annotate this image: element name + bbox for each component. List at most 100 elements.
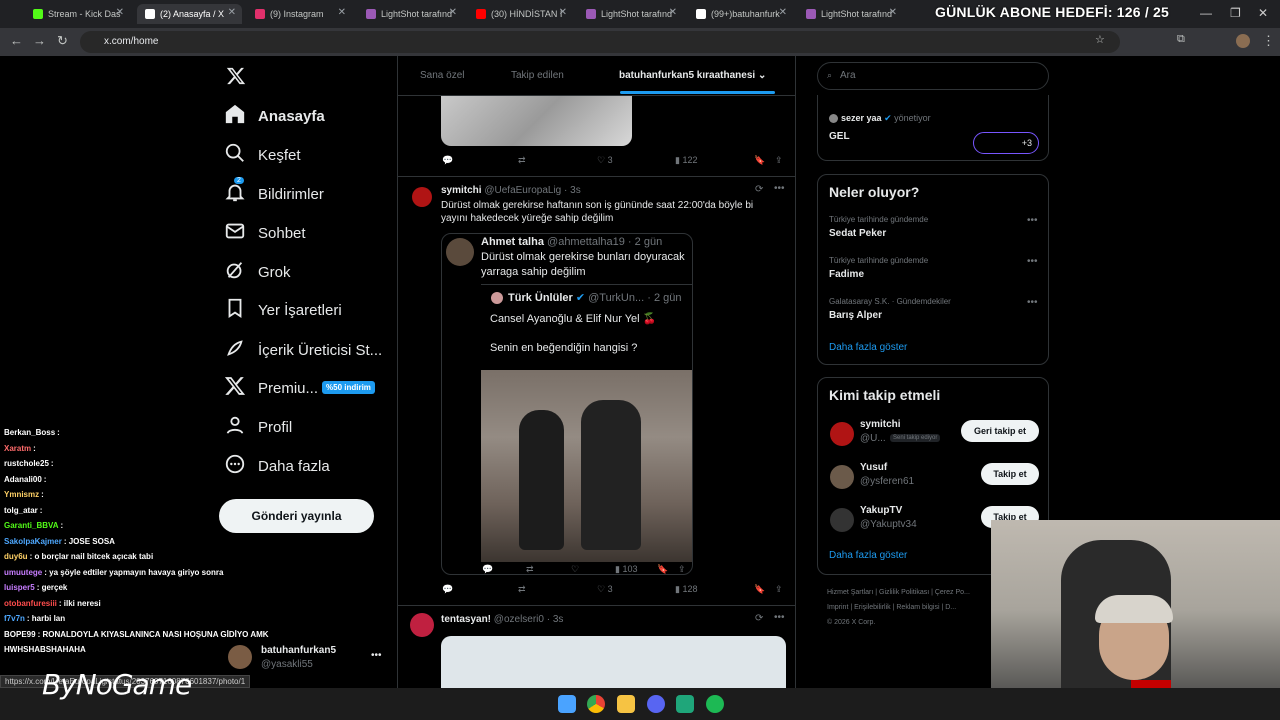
- previous-tweet-media[interactable]: [441, 96, 632, 146]
- follow-avatar[interactable]: [830, 465, 854, 489]
- follow-button[interactable]: Geri takip et: [961, 420, 1039, 442]
- inner-quoted-tweet[interactable]: Türk Ünlüler ✔ @TurkUn... · 2 gün Cansel…: [481, 284, 692, 568]
- trend-more-icon[interactable]: •••: [1027, 297, 1038, 308]
- forward-icon[interactable]: →: [33, 33, 46, 48]
- tab-close-icon[interactable]: ✕: [228, 7, 236, 18]
- tab-close-icon[interactable]: ✕: [889, 7, 897, 18]
- follow-avatar[interactable]: [830, 508, 854, 532]
- tab-close-icon[interactable]: ✕: [559, 7, 567, 18]
- url-input[interactable]: x.com/home: [80, 31, 1120, 53]
- nav-item-7[interactable]: İçerik Üreticisi St...: [224, 335, 382, 365]
- repost-icon[interactable]: ⇄: [518, 584, 526, 595]
- tweet-avatar[interactable]: [412, 187, 432, 207]
- x-logo-icon[interactable]: [226, 66, 246, 91]
- browser-tab[interactable]: Stream - Kick Das ✕: [25, 4, 130, 24]
- account-menu-icon[interactable]: •••: [371, 650, 382, 661]
- inner-quote-photo[interactable]: [481, 370, 692, 562]
- tab-for-you[interactable]: Sana özel: [420, 70, 464, 81]
- back-icon[interactable]: ←: [10, 33, 23, 48]
- tab-close-icon[interactable]: ✕: [116, 7, 124, 18]
- views-icon[interactable]: ▮ 128: [675, 584, 697, 595]
- trends-show-more[interactable]: Daha fazla göster: [829, 342, 907, 353]
- nav-item-1[interactable]: Anasayfa: [224, 101, 325, 131]
- community-members[interactable]: +3: [973, 132, 1039, 154]
- share-icon[interactable]: ⇪: [775, 584, 783, 595]
- trend-name[interactable]: Barış Alper: [829, 310, 882, 321]
- nav-item-5[interactable]: Grok: [224, 257, 291, 287]
- tweet2-author-name[interactable]: tentasyan!: [441, 614, 491, 625]
- reply-icon[interactable]: 💬: [442, 584, 453, 595]
- tab-community[interactable]: batuhanfurkan5 kıraathanesi ⌄: [619, 70, 766, 81]
- nav-item-8[interactable]: Premiu...: [224, 373, 318, 403]
- nav-item-6[interactable]: Yer İşaretleri: [224, 295, 342, 325]
- post-button[interactable]: Gönderi yayınla: [219, 499, 374, 533]
- search-input[interactable]: ⌕ Ara: [817, 62, 1049, 90]
- browser-tab[interactable]: (99+)batuhanfurk ✕: [688, 4, 793, 24]
- views-icon[interactable]: ▮ 122: [675, 155, 697, 166]
- quoted-tweet[interactable]: Ahmet talha @ahmettalha19 · 2 gün Dürüst…: [441, 233, 693, 575]
- follow-name[interactable]: YakupTV: [860, 505, 902, 516]
- trend-more-icon[interactable]: •••: [1027, 256, 1038, 267]
- quote-repost-icon[interactable]: ⇄: [526, 564, 534, 575]
- browser-menu-icon[interactable]: ⋮: [1262, 33, 1275, 49]
- community-post[interactable]: GEL: [829, 131, 850, 142]
- quote-bookmark-icon[interactable]: 🔖: [657, 564, 668, 575]
- tab-close-icon[interactable]: ✕: [338, 7, 346, 18]
- tweet2-media[interactable]: [441, 636, 786, 688]
- tweet-author-name[interactable]: symitchi: [441, 185, 482, 196]
- reload-icon[interactable]: ↻: [57, 33, 68, 49]
- follow-avatar[interactable]: [830, 422, 854, 446]
- tweet2-author-handle[interactable]: @ozelseri0: [494, 614, 544, 625]
- tab-close-icon[interactable]: ✕: [669, 7, 677, 18]
- tweet-more-icon[interactable]: •••: [774, 183, 785, 194]
- share-icon[interactable]: ⇪: [775, 155, 783, 166]
- quote-share-icon[interactable]: ⇪: [678, 564, 686, 575]
- file-explorer-icon[interactable]: [617, 695, 635, 713]
- nav-item-4[interactable]: Sohbet: [224, 218, 306, 248]
- browser-tab[interactable]: (30) HİNDİSTAN İ ✕: [468, 4, 573, 24]
- tweet-author-handle[interactable]: @UefaEuropaLig: [484, 185, 561, 196]
- repost-icon[interactable]: ⇄: [518, 155, 526, 166]
- app-icon[interactable]: [676, 695, 694, 713]
- discord-icon[interactable]: [647, 695, 665, 713]
- close-window-button[interactable]: ✕: [1258, 6, 1268, 20]
- follow-show-more[interactable]: Daha fazla göster: [829, 550, 907, 561]
- browser-tab[interactable]: (2) Anasayfa / X ✕: [137, 4, 242, 24]
- nav-item-9[interactable]: Profil: [224, 412, 292, 442]
- browser-profile-avatar[interactable]: [1236, 34, 1250, 48]
- quote-reply-icon[interactable]: 💬: [482, 564, 493, 575]
- premium-discount-badge[interactable]: %50 indirim: [322, 381, 375, 394]
- account-avatar[interactable]: [228, 645, 252, 669]
- extensions-icon[interactable]: ⧉: [1177, 33, 1185, 46]
- trend-name[interactable]: Sedat Peker: [829, 228, 886, 239]
- nav-item-2[interactable]: Keşfet: [224, 140, 301, 170]
- follow-button[interactable]: Takip et: [981, 463, 1039, 485]
- follow-name[interactable]: Yusuf: [860, 462, 887, 473]
- quote-like-icon[interactable]: ♡: [571, 564, 579, 575]
- trend-name[interactable]: Fadime: [829, 269, 864, 280]
- maximize-button[interactable]: ❐: [1230, 6, 1241, 20]
- tab-close-icon[interactable]: ✕: [449, 7, 457, 18]
- bookmark-icon[interactable]: 🔖: [754, 584, 765, 595]
- tweet2-time[interactable]: 3s: [553, 614, 564, 625]
- nav-item-3[interactable]: 2 Bildirimler: [224, 177, 324, 209]
- tweet-time[interactable]: 3s: [570, 185, 581, 196]
- browser-tab[interactable]: LightShot tarafınd ✕: [578, 4, 683, 24]
- bookmark-star-icon[interactable]: ☆: [1095, 33, 1105, 46]
- minimize-button[interactable]: —: [1200, 6, 1212, 20]
- tweet2-more-icon[interactable]: •••: [774, 612, 785, 623]
- chrome-icon[interactable]: [587, 695, 605, 713]
- footer-links-1[interactable]: Hizmet Şartları | Gizlilik Politikası | …: [827, 589, 970, 596]
- footer-links-2[interactable]: Imprint | Erişilebilirlik | Reklam bilgi…: [827, 604, 956, 611]
- like-icon[interactable]: ♡ 3: [597, 584, 613, 595]
- tab-close-icon[interactable]: ✕: [779, 7, 787, 18]
- browser-tab[interactable]: LightShot tarafınd ✕: [358, 4, 463, 24]
- trend-more-icon[interactable]: •••: [1027, 215, 1038, 226]
- quote-views-icon[interactable]: ▮ 103: [615, 564, 637, 575]
- nav-item-10[interactable]: Daha fazla: [224, 451, 330, 481]
- browser-tab[interactable]: LightShot tarafınd ✕: [798, 4, 903, 24]
- grok-icon[interactable]: ⟳: [755, 613, 763, 624]
- bookmark-icon[interactable]: 🔖: [754, 155, 765, 166]
- grok-icon[interactable]: ⟳: [755, 184, 763, 195]
- windows-start-icon[interactable]: [558, 695, 576, 713]
